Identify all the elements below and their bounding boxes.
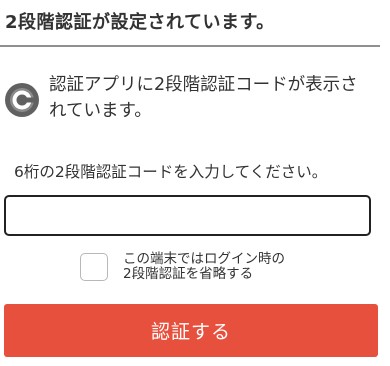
page-title: 2段階認証が設定されています。	[5, 12, 275, 33]
title-divider	[0, 45, 380, 47]
code-instruction: 6桁の2段階認証コードを入力してください。	[14, 163, 328, 181]
verify-button[interactable]: 認証する	[4, 304, 378, 357]
two-factor-page: 2段階認証が設定されています。 認証アプリに2段階認証コードが表示されています。…	[0, 0, 390, 366]
skip-2fa-label: この端末ではログイン時の 2段階認証を省略する	[123, 252, 353, 282]
skip-2fa-label-line2: 2段階認証を省略する	[123, 266, 254, 282]
app-notice-text: 認証アプリに2段階認証コードが表示されています。	[49, 75, 358, 121]
skip-2fa-checkbox[interactable]	[80, 253, 108, 281]
authenticator-app-icon	[4, 82, 40, 118]
skip-2fa-option[interactable]: この端末ではログイン時の 2段階認証を省略する	[80, 252, 360, 286]
skip-2fa-label-line1: この端末ではログイン時の	[123, 251, 285, 267]
verification-code-input[interactable]	[4, 195, 371, 236]
